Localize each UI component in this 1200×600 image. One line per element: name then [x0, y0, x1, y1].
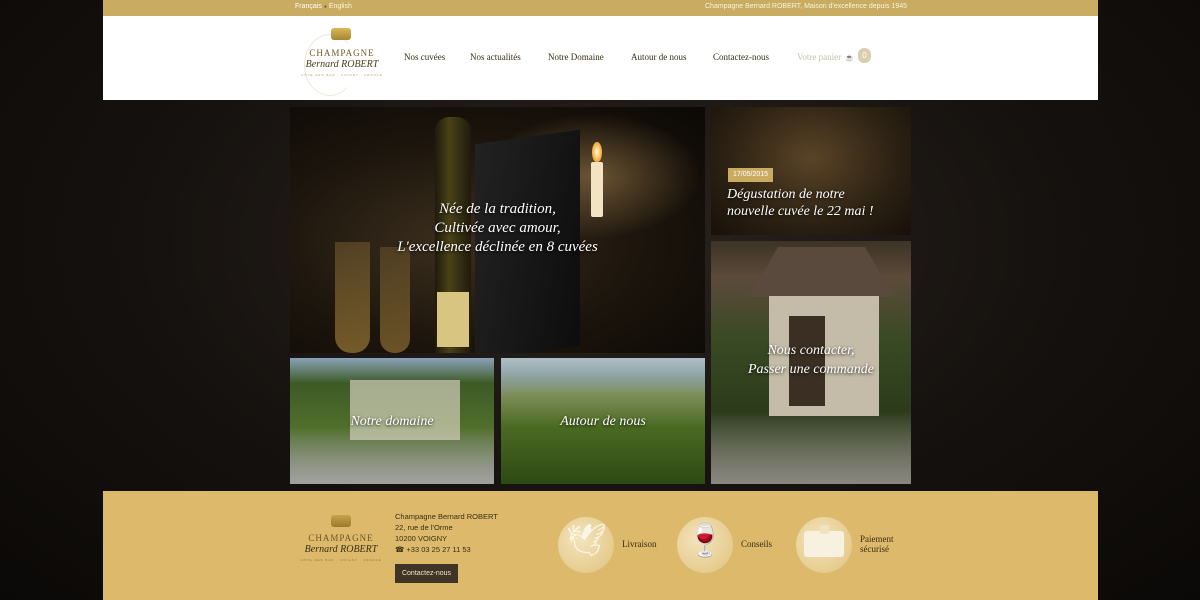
cart-label: Votre panier	[797, 52, 842, 62]
crest-icon	[331, 28, 351, 40]
top-bar: Français ● English Champagne Bernard ROBER…	[103, 0, 1098, 16]
autour-caption: Autour de nous	[560, 414, 646, 429]
champagne-glass-image	[335, 242, 370, 353]
basket-icon: ☕	[845, 54, 854, 62]
footer-logo-line1: CHAMPAGNE	[308, 533, 374, 543]
site-logo[interactable]: CHAMPAGNE Bernard ROBERT CÔTE DES BAR · …	[296, 26, 388, 96]
contact-tile[interactable]: Nous contacter, Passer une commande	[711, 241, 911, 484]
logo-line2: Bernard ROBERT	[305, 59, 379, 70]
address-street: 22, rue de l'Orme	[395, 523, 453, 532]
feature-paiement-label: Paiement sécurisé	[860, 534, 894, 554]
footer-logo-line2: Bernard ROBERT	[304, 544, 378, 555]
hero-tile-cuvees[interactable]: Née de la tradition, Cultivée avec amour,…	[290, 107, 705, 353]
domaine-tile[interactable]: Notre domaine	[290, 358, 494, 484]
estate-house-image	[350, 380, 460, 440]
separator-dot-icon: ●	[323, 4, 327, 10]
address-phone: ☎ +33 03 25 27 11 53	[395, 545, 471, 554]
news-date-badge: 17/05/2015	[728, 168, 774, 182]
feature-livraison-label: Livraison	[622, 539, 657, 549]
crest-icon	[331, 515, 351, 527]
nav-item-autour[interactable]: Autour de nous	[631, 52, 687, 62]
wine-glasses-icon: 🍷	[685, 522, 725, 558]
eagle-icon: 🕊	[565, 522, 607, 558]
footer-logo-line3: CÔTE DES BAR · VOIGNY · FRANCE	[300, 558, 382, 562]
header: CHAMPAGNE Bernard ROBERT CÔTE DES BAR · …	[103, 16, 1098, 100]
cart-count-badge: 0	[858, 48, 871, 63]
logo-line1: CHAMPAGNE	[309, 48, 375, 58]
tagline: Champagne Bernard ROBERT, Maison d'excel…	[705, 3, 907, 10]
champagne-glass-image	[380, 247, 410, 353]
lock-icon	[820, 525, 829, 534]
news-tile[interactable]: 17/05/2015 Dégustation de notre nouvelle …	[711, 107, 911, 235]
nav-item-cuvees[interactable]: Nos cuvées	[404, 52, 445, 62]
secure-card-icon	[804, 525, 844, 557]
language-switcher: Français ● English	[295, 3, 352, 10]
nav-item-actualites[interactable]: Nos actualités	[470, 52, 521, 62]
feature-conseils-label: Conseils	[741, 539, 773, 549]
lang-fr-link[interactable]: Français	[295, 3, 322, 10]
candle-flame-image	[592, 142, 602, 162]
footer: CHAMPAGNE Bernard ROBERT CÔTE DES BAR · …	[103, 491, 1098, 600]
address-name: Champagne Bernard ROBERT	[395, 512, 498, 521]
logo-line3: CÔTE DES BAR · VOIGNY · FRANCE	[301, 73, 383, 77]
cart-link[interactable]: Votre panier ☕	[797, 52, 854, 62]
footer-contact-button[interactable]: Contactez-nous	[395, 564, 458, 583]
footer-address: Champagne Bernard ROBERT 22, rue de l'Or…	[395, 511, 498, 555]
address-city: 10200 VOIGNY	[395, 534, 448, 543]
contact-caption: Nous contacter, Passer une commande	[748, 343, 874, 377]
lang-en-link[interactable]: English	[329, 3, 352, 10]
news-caption: Dégustation de notre nouvelle cuvée le 22…	[727, 187, 874, 219]
footer-logo[interactable]: CHAMPAGNE Bernard ROBERT CÔTE DES BAR · …	[295, 513, 387, 573]
nav-item-domaine[interactable]: Notre Domaine	[548, 52, 604, 62]
hero-caption-text: Née de la tradition, Cultivée avec amour,…	[397, 201, 598, 255]
domaine-caption: Notre domaine	[350, 414, 434, 429]
hero-caption: Née de la tradition, Cultivée avec amour,…	[290, 200, 705, 257]
page: Français ● English Champagne Bernard ROBER…	[103, 0, 1098, 600]
nav-item-contact[interactable]: Contactez-nous	[713, 52, 769, 62]
autour-tile[interactable]: Autour de nous	[501, 358, 705, 484]
roof-image	[749, 247, 894, 297]
